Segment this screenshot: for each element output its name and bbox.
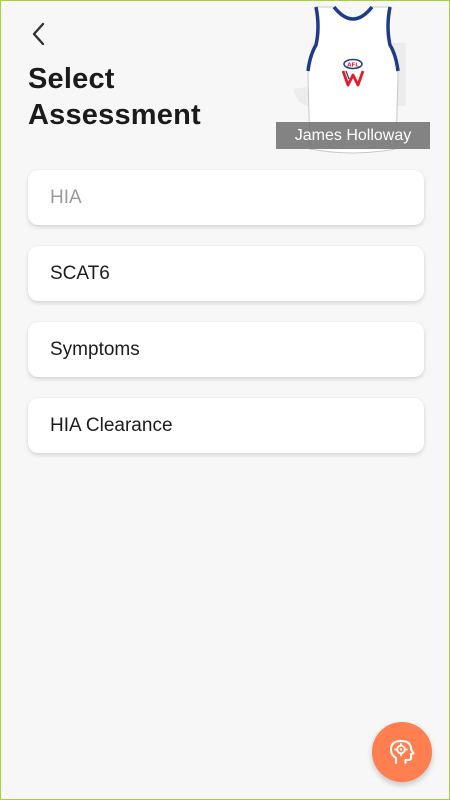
assessment-item-label: SCAT6 — [50, 262, 110, 284]
page-title: Select Assessment — [28, 63, 201, 131]
assessment-item-label: HIA Clearance — [50, 414, 173, 436]
assessment-item-hia[interactable]: HIA — [28, 170, 424, 225]
back-button[interactable] — [23, 17, 55, 51]
chevron-left-icon — [32, 22, 45, 46]
svg-text:AFL: AFL — [347, 63, 359, 69]
assessment-item-scat6[interactable]: SCAT6 — [28, 246, 424, 301]
assessment-list: HIA SCAT6 Symptoms HIA Clearance — [28, 170, 424, 474]
assessment-item-symptoms[interactable]: Symptoms — [28, 322, 424, 377]
assessment-item-label: Symptoms — [50, 338, 140, 360]
assessment-item-hia-clearance[interactable]: HIA Clearance — [28, 398, 424, 453]
app-screen: Select Assessment JH AFL James Holloway … — [0, 0, 450, 800]
player-card: JH AFL James Holloway — [276, 5, 430, 157]
player-name-label: James Holloway — [276, 122, 430, 149]
fab-assessment-button[interactable] — [372, 722, 432, 782]
head-gear-icon — [390, 740, 415, 764]
assessment-item-label: HIA — [50, 186, 82, 208]
